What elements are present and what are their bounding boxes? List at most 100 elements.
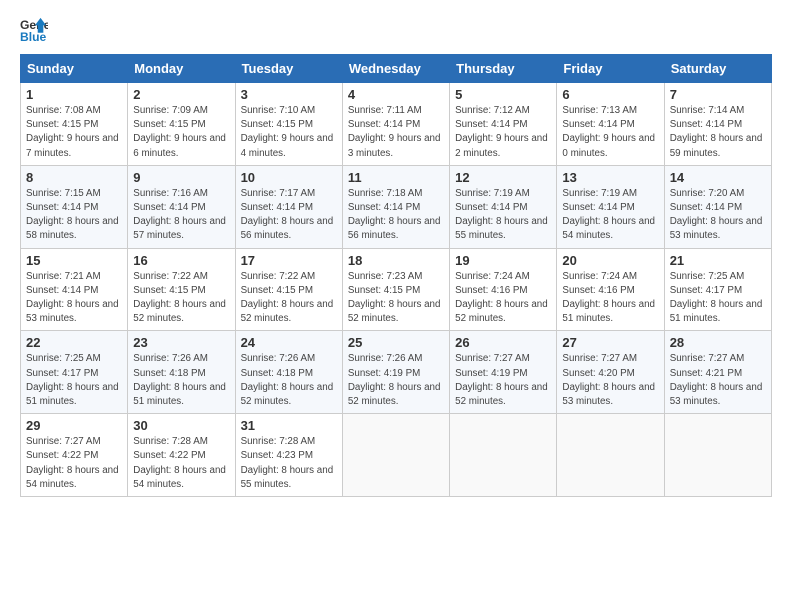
day-number: 9 [133,170,229,185]
day-number: 5 [455,87,551,102]
calendar-cell: 2 Sunrise: 7:09 AM Sunset: 4:15 PM Dayli… [128,83,235,166]
calendar-week-row: 22 Sunrise: 7:25 AM Sunset: 4:17 PM Dayl… [21,331,772,414]
calendar-cell: 22 Sunrise: 7:25 AM Sunset: 4:17 PM Dayl… [21,331,128,414]
day-number: 28 [670,335,766,350]
calendar-week-row: 29 Sunrise: 7:27 AM Sunset: 4:22 PM Dayl… [21,414,772,497]
calendar-week-row: 15 Sunrise: 7:21 AM Sunset: 4:14 PM Dayl… [21,248,772,331]
day-number: 22 [26,335,122,350]
day-info: Sunrise: 7:24 AM Sunset: 4:16 PM Dayligh… [455,270,551,327]
day-info: Sunrise: 7:16 AM Sunset: 4:14 PM Dayligh… [133,187,229,244]
day-number: 19 [455,253,551,268]
calendar-week-row: 8 Sunrise: 7:15 AM Sunset: 4:14 PM Dayli… [21,165,772,248]
calendar-cell: 30 Sunrise: 7:28 AM Sunset: 4:22 PM Dayl… [128,414,235,497]
day-info: Sunrise: 7:24 AM Sunset: 4:16 PM Dayligh… [562,270,658,327]
day-number: 14 [670,170,766,185]
weekday-header-monday: Monday [128,55,235,83]
day-info: Sunrise: 7:27 AM Sunset: 4:20 PM Dayligh… [562,352,658,409]
day-info: Sunrise: 7:17 AM Sunset: 4:14 PM Dayligh… [241,187,337,244]
day-number: 26 [455,335,551,350]
calendar-cell: 25 Sunrise: 7:26 AM Sunset: 4:19 PM Dayl… [342,331,449,414]
calendar-cell: 5 Sunrise: 7:12 AM Sunset: 4:14 PM Dayli… [450,83,557,166]
day-info: Sunrise: 7:11 AM Sunset: 4:14 PM Dayligh… [348,104,444,161]
day-info: Sunrise: 7:19 AM Sunset: 4:14 PM Dayligh… [455,187,551,244]
day-number: 27 [562,335,658,350]
calendar-cell [342,414,449,497]
calendar-cell: 15 Sunrise: 7:21 AM Sunset: 4:14 PM Dayl… [21,248,128,331]
day-info: Sunrise: 7:09 AM Sunset: 4:15 PM Dayligh… [133,104,229,161]
day-number: 20 [562,253,658,268]
weekday-header-saturday: Saturday [664,55,771,83]
day-number: 2 [133,87,229,102]
day-info: Sunrise: 7:27 AM Sunset: 4:21 PM Dayligh… [670,352,766,409]
day-info: Sunrise: 7:15 AM Sunset: 4:14 PM Dayligh… [26,187,122,244]
day-info: Sunrise: 7:08 AM Sunset: 4:15 PM Dayligh… [26,104,122,161]
day-number: 21 [670,253,766,268]
calendar-cell: 26 Sunrise: 7:27 AM Sunset: 4:19 PM Dayl… [450,331,557,414]
calendar-cell: 28 Sunrise: 7:27 AM Sunset: 4:21 PM Dayl… [664,331,771,414]
calendar-cell: 4 Sunrise: 7:11 AM Sunset: 4:14 PM Dayli… [342,83,449,166]
day-number: 16 [133,253,229,268]
calendar-cell [557,414,664,497]
day-number: 15 [26,253,122,268]
day-number: 23 [133,335,229,350]
weekday-header-wednesday: Wednesday [342,55,449,83]
calendar-cell: 3 Sunrise: 7:10 AM Sunset: 4:15 PM Dayli… [235,83,342,166]
logo: General Blue [20,16,48,44]
day-info: Sunrise: 7:26 AM Sunset: 4:18 PM Dayligh… [241,352,337,409]
day-number: 13 [562,170,658,185]
calendar-cell: 27 Sunrise: 7:27 AM Sunset: 4:20 PM Dayl… [557,331,664,414]
calendar-cell: 14 Sunrise: 7:20 AM Sunset: 4:14 PM Dayl… [664,165,771,248]
logo-icon: General Blue [20,16,48,44]
calendar-week-row: 1 Sunrise: 7:08 AM Sunset: 4:15 PM Dayli… [21,83,772,166]
weekday-header-friday: Friday [557,55,664,83]
day-number: 1 [26,87,122,102]
day-info: Sunrise: 7:25 AM Sunset: 4:17 PM Dayligh… [670,270,766,327]
calendar-cell: 23 Sunrise: 7:26 AM Sunset: 4:18 PM Dayl… [128,331,235,414]
day-number: 31 [241,418,337,433]
calendar-cell: 24 Sunrise: 7:26 AM Sunset: 4:18 PM Dayl… [235,331,342,414]
day-number: 17 [241,253,337,268]
day-info: Sunrise: 7:14 AM Sunset: 4:14 PM Dayligh… [670,104,766,161]
weekday-header-row: SundayMondayTuesdayWednesdayThursdayFrid… [21,55,772,83]
calendar-cell: 20 Sunrise: 7:24 AM Sunset: 4:16 PM Dayl… [557,248,664,331]
day-number: 8 [26,170,122,185]
calendar-cell: 16 Sunrise: 7:22 AM Sunset: 4:15 PM Dayl… [128,248,235,331]
weekday-header-sunday: Sunday [21,55,128,83]
day-info: Sunrise: 7:13 AM Sunset: 4:14 PM Dayligh… [562,104,658,161]
calendar-cell: 31 Sunrise: 7:28 AM Sunset: 4:23 PM Dayl… [235,414,342,497]
calendar-cell [664,414,771,497]
day-number: 7 [670,87,766,102]
day-info: Sunrise: 7:21 AM Sunset: 4:14 PM Dayligh… [26,270,122,327]
day-number: 10 [241,170,337,185]
calendar: SundayMondayTuesdayWednesdayThursdayFrid… [20,54,772,497]
header: General Blue [20,16,772,44]
calendar-cell [450,414,557,497]
day-info: Sunrise: 7:22 AM Sunset: 4:15 PM Dayligh… [133,270,229,327]
day-number: 24 [241,335,337,350]
calendar-cell: 8 Sunrise: 7:15 AM Sunset: 4:14 PM Dayli… [21,165,128,248]
day-info: Sunrise: 7:20 AM Sunset: 4:14 PM Dayligh… [670,187,766,244]
calendar-cell: 21 Sunrise: 7:25 AM Sunset: 4:17 PM Dayl… [664,248,771,331]
day-number: 25 [348,335,444,350]
calendar-cell: 13 Sunrise: 7:19 AM Sunset: 4:14 PM Dayl… [557,165,664,248]
day-info: Sunrise: 7:27 AM Sunset: 4:19 PM Dayligh… [455,352,551,409]
calendar-cell: 18 Sunrise: 7:23 AM Sunset: 4:15 PM Dayl… [342,248,449,331]
day-info: Sunrise: 7:26 AM Sunset: 4:19 PM Dayligh… [348,352,444,409]
calendar-cell: 19 Sunrise: 7:24 AM Sunset: 4:16 PM Dayl… [450,248,557,331]
day-number: 3 [241,87,337,102]
day-info: Sunrise: 7:26 AM Sunset: 4:18 PM Dayligh… [133,352,229,409]
weekday-header-tuesday: Tuesday [235,55,342,83]
calendar-cell: 17 Sunrise: 7:22 AM Sunset: 4:15 PM Dayl… [235,248,342,331]
day-number: 18 [348,253,444,268]
day-info: Sunrise: 7:27 AM Sunset: 4:22 PM Dayligh… [26,435,122,492]
day-info: Sunrise: 7:19 AM Sunset: 4:14 PM Dayligh… [562,187,658,244]
calendar-cell: 12 Sunrise: 7:19 AM Sunset: 4:14 PM Dayl… [450,165,557,248]
day-number: 6 [562,87,658,102]
day-info: Sunrise: 7:18 AM Sunset: 4:14 PM Dayligh… [348,187,444,244]
day-info: Sunrise: 7:25 AM Sunset: 4:17 PM Dayligh… [26,352,122,409]
calendar-cell: 1 Sunrise: 7:08 AM Sunset: 4:15 PM Dayli… [21,83,128,166]
day-number: 4 [348,87,444,102]
calendar-cell: 29 Sunrise: 7:27 AM Sunset: 4:22 PM Dayl… [21,414,128,497]
calendar-cell: 11 Sunrise: 7:18 AM Sunset: 4:14 PM Dayl… [342,165,449,248]
calendar-cell: 6 Sunrise: 7:13 AM Sunset: 4:14 PM Dayli… [557,83,664,166]
